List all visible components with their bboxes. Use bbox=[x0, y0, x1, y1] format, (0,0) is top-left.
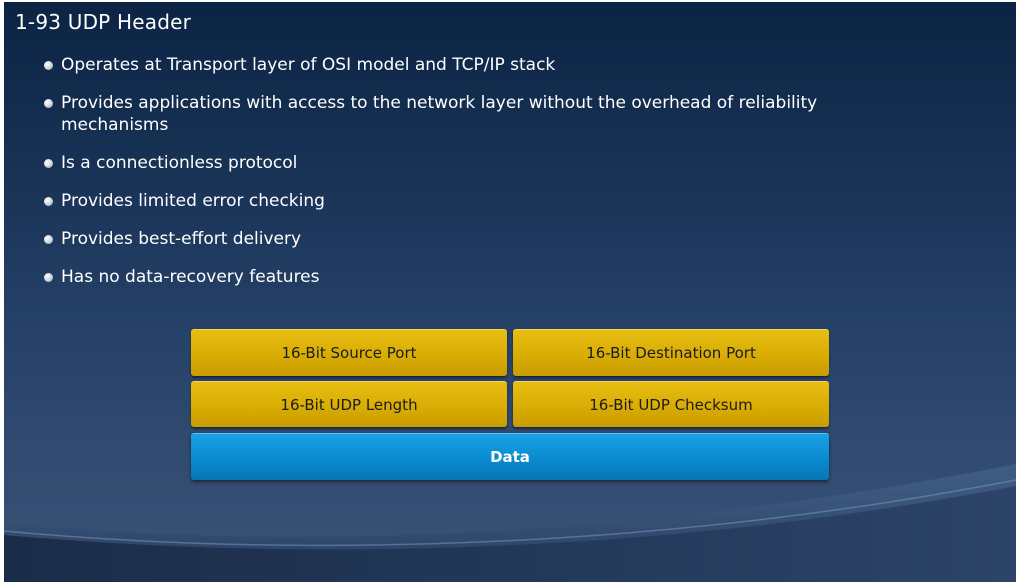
bullet-dot-icon bbox=[44, 197, 53, 206]
bullet-text: Operates at Transport layer of OSI model… bbox=[61, 55, 556, 75]
udp-checksum-field: 16-Bit UDP Checksum bbox=[513, 381, 829, 427]
bullet-item: Has no data-recovery features bbox=[44, 266, 904, 288]
bullet-text: Provides best-effort delivery bbox=[61, 229, 302, 249]
bullet-item: Operates at Transport layer of OSI model… bbox=[44, 54, 904, 76]
bullet-list: Operates at Transport layer of OSI model… bbox=[44, 54, 904, 304]
bullet-dot-icon bbox=[44, 159, 53, 168]
bullet-text: Has no data-recovery features bbox=[61, 267, 320, 287]
bullet-item: Provides best-effort delivery bbox=[44, 228, 904, 250]
destination-port-field: 16-Bit Destination Port bbox=[513, 329, 829, 376]
bullet-dot-icon bbox=[44, 273, 53, 282]
bullet-dot-icon bbox=[44, 61, 53, 70]
bullet-item: Provides applications with access to the… bbox=[44, 92, 904, 136]
bullet-text: Is a connectionless protocol bbox=[61, 153, 298, 173]
slide-title: 1-93 UDP Header bbox=[15, 10, 192, 34]
slide: 1-93 UDP Header Operates at Transport la… bbox=[4, 2, 1016, 582]
bullet-text: Provides limited error checking bbox=[61, 191, 325, 211]
bullet-item: Provides limited error checking bbox=[44, 190, 904, 212]
bullet-text: Provides applications with access to the… bbox=[61, 93, 818, 135]
bullet-item: Is a connectionless protocol bbox=[44, 152, 904, 174]
udp-length-field: 16-Bit UDP Length bbox=[191, 381, 507, 427]
source-port-field: 16-Bit Source Port bbox=[191, 329, 507, 376]
data-field: Data bbox=[191, 433, 829, 480]
bullet-dot-icon bbox=[44, 235, 53, 244]
bullet-dot-icon bbox=[44, 99, 53, 108]
udp-header-diagram: 16-Bit Source Port 16-Bit Destination Po… bbox=[191, 329, 829, 483]
